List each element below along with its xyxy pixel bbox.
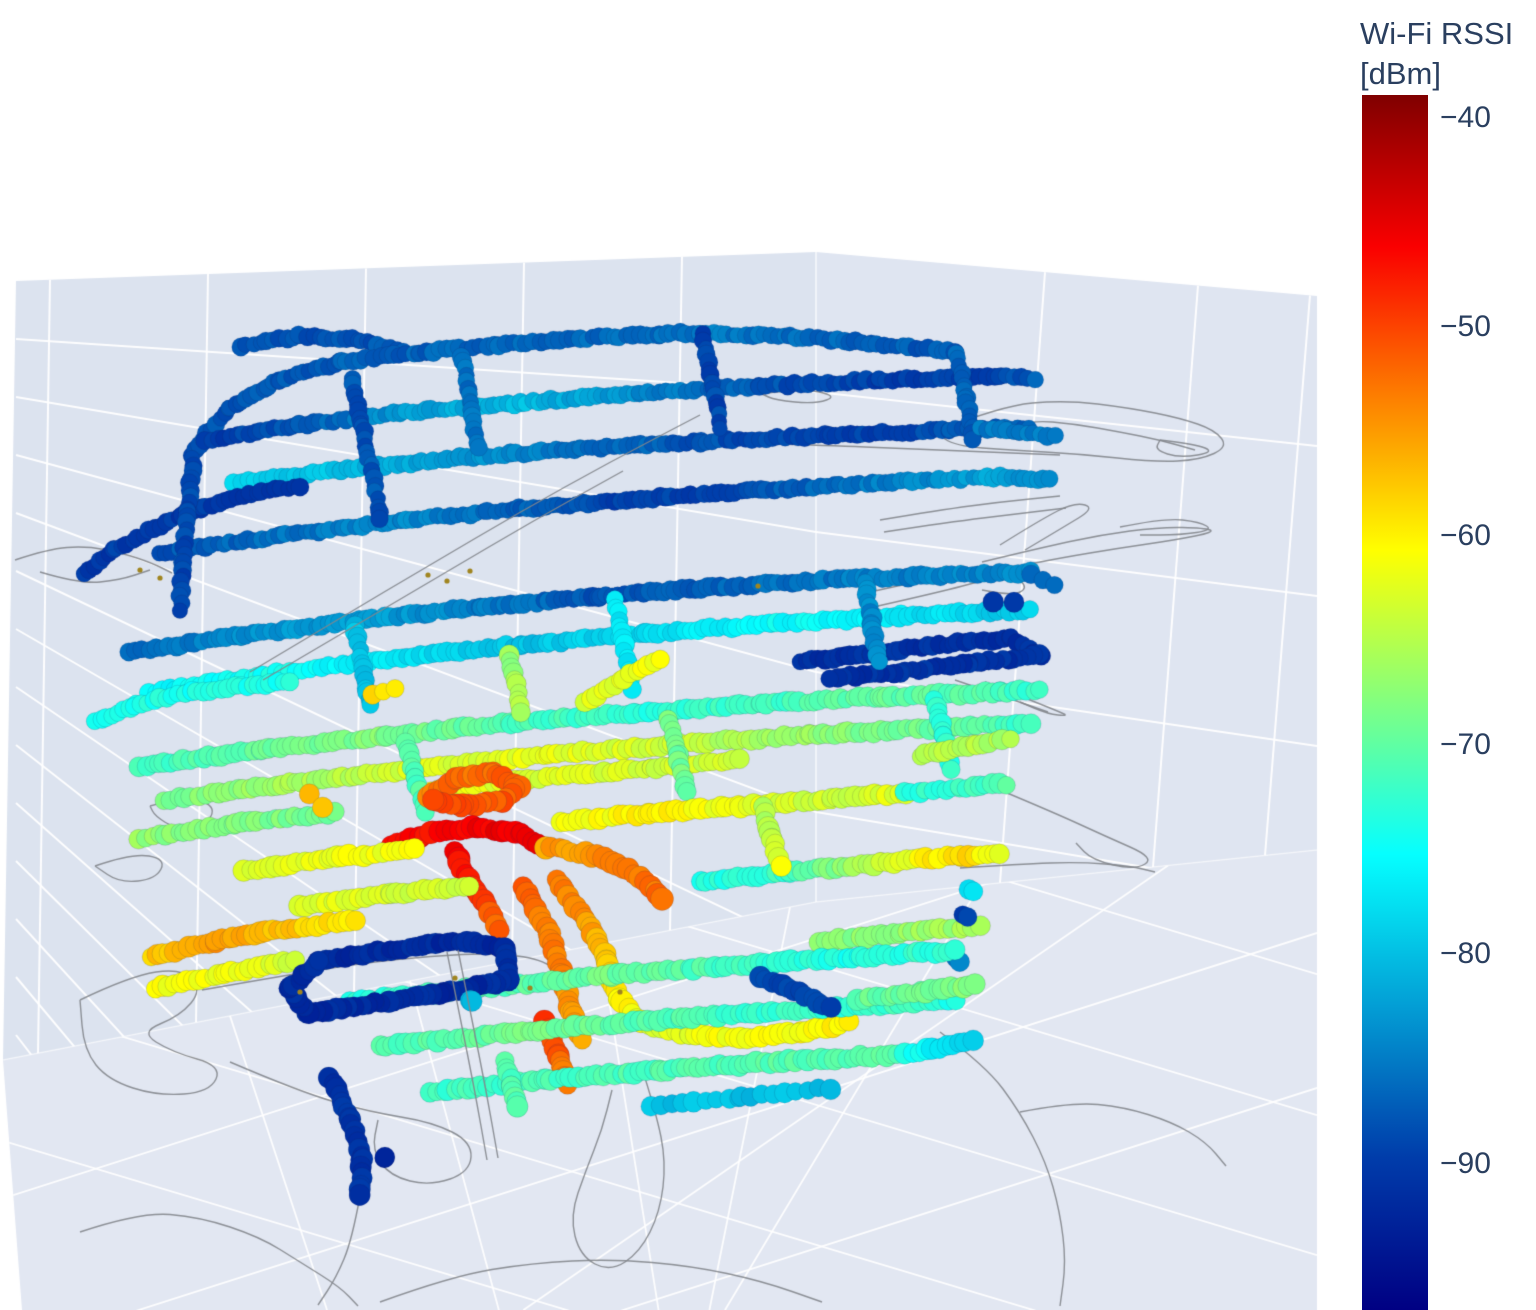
colorbar-tick-label: −80	[1440, 937, 1491, 971]
colorbar-tick-label: −40	[1440, 101, 1491, 135]
colorbar-tick-label: −90	[1440, 1147, 1491, 1181]
colorbar-ticks: −40 −50 −60 −70 −80 −90	[0, 0, 1536, 1310]
colorbar-tick-label: −50	[1440, 310, 1491, 344]
colorbar-tick-label: −60	[1440, 519, 1491, 553]
plotly-3d-scatter-figure: Wi-Fi RSSI [dBm] −40−50−60−70−80−90	[0, 0, 1536, 1310]
colorbar-tick-label: −70	[1440, 728, 1491, 762]
